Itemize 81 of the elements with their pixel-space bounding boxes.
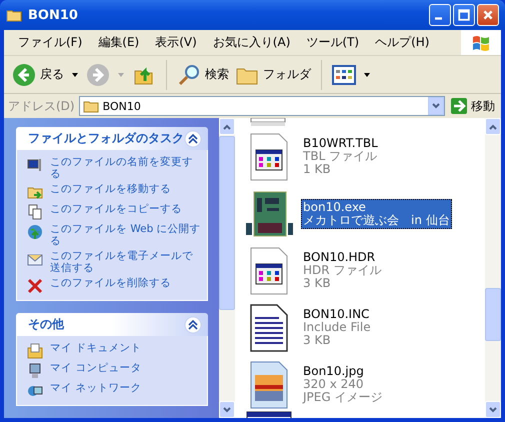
- file-detail: HDR ファイル: [303, 264, 382, 277]
- file-detail: TBL ファイル: [303, 150, 378, 163]
- close-button[interactable]: [477, 4, 499, 26]
- address-label: アドレス(D): [8, 98, 75, 114]
- menu-item[interactable]: ファイル(F): [10, 34, 90, 51]
- file-name: B10WRT.TBL: [303, 137, 378, 150]
- menu-item[interactable]: お気に入り(A): [204, 34, 298, 51]
- delete-x-icon: [27, 278, 43, 294]
- panel-title: ファイルとフォルダのタスク: [28, 130, 184, 147]
- task-link[interactable]: このファイルをコピーする: [50, 203, 182, 215]
- window-title: BON10: [28, 8, 79, 22]
- file-detail: 3 KB: [303, 277, 332, 290]
- back-button[interactable]: 戻る: [10, 60, 66, 88]
- panel-header[interactable]: その他: [16, 313, 208, 336]
- scroll-thumb[interactable]: [485, 288, 501, 341]
- file-label[interactable]: BON10.INC Include File 3 KB: [301, 306, 373, 349]
- file-name: BON10.INC: [303, 308, 370, 321]
- caret-icon: [72, 72, 78, 76]
- globe-icon: [27, 224, 43, 240]
- folders-button[interactable]: フォルダ: [233, 60, 313, 88]
- file-name: bon10.exe: [303, 200, 367, 214]
- collapse-icon[interactable]: [184, 130, 202, 148]
- menu-item[interactable]: ヘルプ(H): [367, 34, 438, 51]
- task-link[interactable]: このファイルを Web に公開する: [50, 223, 201, 247]
- panel-header[interactable]: ファイルとフォルダのタスク: [16, 127, 208, 150]
- minimize-icon: [435, 17, 442, 20]
- file-name: BON10.HDR: [303, 251, 376, 264]
- maximize-icon: [458, 9, 470, 21]
- search-button[interactable]: 検索: [175, 60, 231, 88]
- task-link[interactable]: マイ ドキュメント: [50, 342, 142, 354]
- file-name: Bon10.jpg: [303, 365, 365, 378]
- file-label[interactable]: B10WRT.TBL TBL ファイル 1 KB: [301, 135, 380, 178]
- go-button[interactable]: 移動: [449, 98, 501, 114]
- circuit-board-icon: [245, 190, 293, 238]
- task-link[interactable]: マイ コンピュータ: [50, 362, 142, 374]
- folder-icon: [6, 8, 22, 22]
- folder-icon: [27, 343, 43, 359]
- dropdown-button[interactable]: [428, 97, 444, 115]
- scroll-up-button[interactable]: [485, 118, 501, 135]
- file-detail: Include File: [303, 321, 371, 334]
- file-label[interactable]: Bon10.jpg 320 x 240 JPEG イメージ: [301, 363, 384, 406]
- scroll-up-button[interactable]: [219, 118, 235, 135]
- file-detail: 1 KB: [303, 163, 332, 176]
- file-label[interactable]: BON10.HDR HDR ファイル 3 KB: [301, 249, 384, 292]
- address-value: BON10: [102, 100, 142, 112]
- chevron-down-icon: [431, 101, 441, 111]
- search-icon: [177, 62, 201, 86]
- scroll-down-button[interactable]: [485, 401, 501, 418]
- maximize-button[interactable]: [453, 4, 475, 26]
- menu-item[interactable]: 編集(E): [90, 34, 148, 51]
- close-icon: [482, 9, 494, 21]
- scroll-down-button[interactable]: [219, 401, 235, 418]
- chevron-down-icon: [488, 404, 498, 414]
- task-link[interactable]: このファイルの名前を変更する: [50, 156, 201, 180]
- computer-icon: [27, 363, 43, 379]
- file-detail: 3 KB: [303, 334, 332, 347]
- file-detail: メカトロで遊ぶ会 in 仙台: [303, 214, 450, 226]
- file-detail: 320 x 240: [303, 378, 365, 391]
- caret-icon: [364, 72, 370, 76]
- scrollbar[interactable]: [485, 118, 501, 418]
- menu-item[interactable]: ツール(T): [298, 34, 368, 51]
- task-link[interactable]: このファイルを移動する: [50, 183, 171, 195]
- task-link[interactable]: このファイルを削除する: [50, 277, 171, 289]
- menu-item[interactable]: 表示(V): [147, 34, 205, 51]
- collapse-icon[interactable]: [184, 316, 202, 334]
- views-grid-icon: [332, 62, 356, 86]
- task-link[interactable]: このファイルを電子メールで送信する: [50, 250, 201, 274]
- scroll-thumb[interactable]: [219, 136, 235, 310]
- file-detail: JPEG イメージ: [303, 391, 382, 404]
- arrow-right-icon: [451, 98, 467, 114]
- caret-icon: [118, 72, 124, 76]
- documents-icon: [27, 204, 43, 220]
- scrollbar[interactable]: [219, 118, 235, 418]
- panel-title: その他: [28, 316, 65, 333]
- address-field[interactable]: BON10: [78, 96, 445, 116]
- minimize-button[interactable]: [429, 4, 451, 26]
- network-icon: [27, 383, 43, 399]
- task-link[interactable]: マイ ネットワーク: [50, 382, 142, 394]
- chevron-down-icon: [222, 404, 232, 414]
- monitor-icon: [27, 157, 43, 173]
- file-label[interactable]: bon10.exe メカトロで遊ぶ会 in 仙台: [301, 198, 452, 228]
